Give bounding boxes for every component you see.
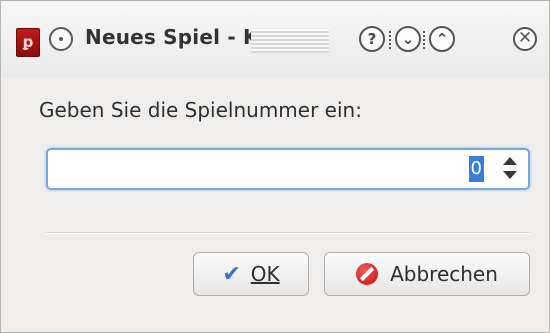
dialog-window: ꝑ Neues Spiel - KI ? ⌄ ⌃ ✕ Geben Sie die…	[0, 0, 550, 333]
close-button[interactable]: ✕	[513, 27, 537, 51]
game-number-spinbox[interactable]: 0	[46, 148, 530, 190]
spinbox-arrows[interactable]	[500, 155, 520, 183]
spinbox-value[interactable]: 0	[468, 156, 484, 182]
cancel-label: Abbrechen	[390, 262, 498, 286]
ok-label: OK	[250, 262, 280, 286]
game-number-prompt: Geben Sie die Spielnummer ein:	[39, 98, 362, 122]
spin-down-icon[interactable]	[503, 171, 517, 179]
checkmark-icon: ✔	[222, 261, 241, 287]
cancel-icon	[356, 263, 379, 285]
ok-button[interactable]: ✔ OK	[193, 252, 309, 296]
title-bar[interactable]: ꝑ Neues Spiel - KI ? ⌄ ⌃ ✕	[1, 1, 549, 77]
maximize-button[interactable]: ⌃	[429, 26, 455, 52]
titlebar-separator	[389, 31, 391, 49]
window-title: Neues Spiel - KI	[85, 25, 267, 49]
cancel-button[interactable]: Abbrechen	[324, 252, 530, 296]
minimize-button[interactable]: ⌄	[395, 26, 421, 52]
window-menu-button[interactable]	[49, 27, 73, 51]
spin-up-icon[interactable]	[503, 157, 517, 165]
titlebar-separator	[423, 31, 425, 49]
mahjongg-tile-icon: ꝑ	[16, 28, 40, 57]
help-button[interactable]: ?	[359, 26, 385, 52]
title-bar-grip	[251, 29, 329, 53]
button-separator	[46, 232, 530, 233]
